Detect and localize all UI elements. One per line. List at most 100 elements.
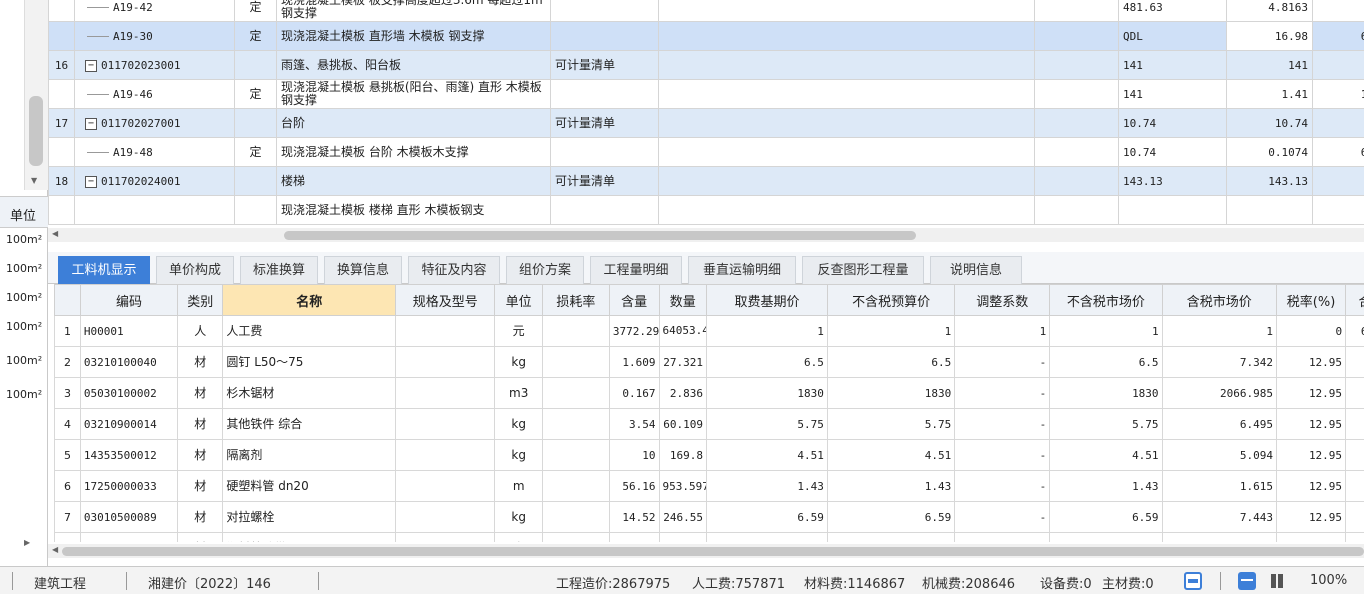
budget-price[interactable]: 1 <box>826 315 956 347</box>
collapse-icon[interactable]: − <box>85 59 97 72</box>
base-price[interactable]: 4.51 <box>706 439 828 471</box>
resource-content[interactable]: 3772.29 <box>608 315 660 347</box>
resource-category[interactable]: 人 <box>177 315 224 347</box>
quantity[interactable] <box>1226 195 1313 225</box>
base-price[interactable]: 1.43 <box>706 470 828 502</box>
tax-rate[interactable]: 12.95 <box>1275 470 1347 502</box>
resource-spec[interactable] <box>395 532 496 542</box>
quantity-expression[interactable]: 141 <box>1118 79 1227 109</box>
quantity-expression[interactable]: 143.13 <box>1118 166 1227 196</box>
base-price[interactable]: 1 <box>706 315 828 347</box>
tab-7[interactable]: 垂直运输明细 <box>688 256 796 284</box>
budget-price[interactable]: 6.59 <box>826 501 956 533</box>
budget-price[interactable]: 2.75 <box>826 532 956 542</box>
quantity-expression[interactable]: 481.63 <box>1118 0 1227 22</box>
total-price[interactable]: 345 <box>1345 408 1364 440</box>
resource-content[interactable]: 0.167 <box>608 377 660 409</box>
item-code-cell[interactable]: −011702023001 <box>74 50 235 80</box>
base-price[interactable]: 1830 <box>706 377 828 409</box>
tab-0[interactable]: 工料机显示 <box>58 256 150 284</box>
quantity[interactable]: 141 <box>1226 50 1313 80</box>
budget-price[interactable]: 1.43 <box>826 470 956 502</box>
loss-rate[interactable] <box>541 501 610 533</box>
resource-quantity[interactable]: 169.8 <box>658 439 707 471</box>
item-name[interactable]: 现浇混凝土模板 直形墙 木模板 钢支撑 <box>276 21 551 51</box>
item-name[interactable]: 雨篷、悬挑板、阳台板 <box>276 50 551 80</box>
resource-unit[interactable]: 卷 <box>494 532 543 542</box>
resource-category[interactable]: 材 <box>177 346 224 378</box>
scroll-down-arrow-icon[interactable]: ▼ <box>31 176 37 185</box>
item-name[interactable]: 现浇混凝土模板 悬挑板(阳台、雨篷) 直形 木模板钢支撑 <box>276 79 551 109</box>
resource-quantity[interactable]: 27.321 <box>658 346 707 378</box>
quantity[interactable]: 1.41 <box>1226 79 1313 109</box>
vertical-split-icon[interactable] <box>1268 572 1286 590</box>
column-header[interactable]: 不含税预算价 <box>826 284 956 316</box>
market-price[interactable]: 4.51 <box>1049 439 1163 471</box>
budget-price[interactable]: 1830 <box>826 377 956 409</box>
quantity[interactable]: 143.13 <box>1226 166 1313 196</box>
base-price[interactable]: 5.75 <box>706 408 828 440</box>
quantity-expression[interactable]: 141 <box>1118 50 1227 80</box>
item-feature[interactable] <box>658 79 1035 109</box>
column-header[interactable]: 调整系数 <box>954 284 1051 316</box>
resource-quantity[interactable]: 60.109 <box>658 408 707 440</box>
top-horizontal-scrollbar[interactable]: ◀ <box>48 228 1364 242</box>
base-price[interactable]: 6.5 <box>706 346 828 378</box>
loss-rate[interactable] <box>541 532 610 542</box>
item-name[interactable]: 现浇混凝土模板 台阶 木模板木支撑 <box>276 137 551 167</box>
item-feature[interactable] <box>658 166 1035 196</box>
bill-row[interactable]: 现浇混凝土模板 楼梯 直形 木模板钢支 <box>48 195 1364 225</box>
market-price[interactable]: 2.75 <box>1049 532 1163 542</box>
resource-code[interactable]: 03210900014 <box>79 408 179 440</box>
market-price[interactable]: 6.59 <box>1049 501 1163 533</box>
resource-code[interactable]: 17250000033 <box>79 470 179 502</box>
bill-row[interactable]: 16−011702023001雨篷、悬挑板、阳台板可计量清单1411411 <box>48 50 1364 80</box>
bill-row[interactable]: A19-46 定现浇混凝土模板 悬挑板(阳台、雨篷) 直形 木模板钢支撑 141 1.… <box>48 79 1364 109</box>
tab-8[interactable]: 反查图形工程量 <box>802 256 924 284</box>
tax-rate[interactable]: 12.95 <box>1275 377 1347 409</box>
resource-category[interactable]: 材 <box>177 501 224 533</box>
resource-code[interactable]: 14353500012 <box>79 439 179 471</box>
item-name[interactable]: 楼梯 <box>276 166 551 196</box>
base-price[interactable]: 2.75 <box>706 532 828 542</box>
total-price[interactable]: 17 <box>1345 346 1364 378</box>
item-code-cell[interactable]: A19-30 <box>74 21 235 51</box>
column-header[interactable]: 损耗率 <box>541 284 610 316</box>
column-header[interactable]: 单位 <box>494 284 543 316</box>
item-feature[interactable] <box>658 195 1035 225</box>
item-code-cell[interactable]: −011702024001 <box>74 166 235 196</box>
resource-spec[interactable] <box>395 346 496 378</box>
column-header[interactable]: 取费基期价 <box>706 284 828 316</box>
total-price[interactable]: 7 <box>1345 439 1364 471</box>
resource-name[interactable]: 其他铁件 综合 <box>222 408 397 440</box>
base-price[interactable]: 6.59 <box>706 501 828 533</box>
column-header[interactable]: 类别 <box>177 284 224 316</box>
tab-5[interactable]: 组价方案 <box>506 256 584 284</box>
collapse-icon[interactable]: − <box>85 117 97 130</box>
resource-unit[interactable]: kg <box>494 408 543 440</box>
resource-code[interactable]: 03010500089 <box>79 501 179 533</box>
item-name[interactable]: 台阶 <box>276 108 551 138</box>
tax-rate[interactable]: 12.95 <box>1275 501 1347 533</box>
adjust-factor[interactable]: - <box>954 501 1051 533</box>
resource-unit[interactable]: kg <box>494 501 543 533</box>
resource-spec[interactable] <box>395 470 496 502</box>
resource-quantity[interactable]: 67.92 <box>658 532 707 542</box>
market-price[interactable]: 1 <box>1049 315 1163 347</box>
resource-content[interactable]: 3.54 <box>608 408 660 440</box>
loss-rate[interactable] <box>541 377 610 409</box>
resource-category[interactable]: 材 <box>177 532 224 542</box>
resource-content[interactable]: 56.16 <box>608 470 660 502</box>
tab-2[interactable]: 标准换算 <box>240 256 318 284</box>
bottom-horizontal-scrollbar[interactable]: ◀ <box>48 544 1364 558</box>
column-header[interactable]: 合价 <box>1345 284 1364 316</box>
resource-quantity[interactable]: 953.597 <box>658 470 707 502</box>
quantity-expression[interactable]: QDL <box>1118 21 1227 51</box>
tax-rate[interactable]: 12.95 <box>1275 532 1347 542</box>
quantity-expression[interactable]: 10.74 <box>1118 108 1227 138</box>
resource-name[interactable]: 人工费 <box>222 315 397 347</box>
resource-spec[interactable] <box>395 377 496 409</box>
tax-market-price[interactable]: 2066.985 <box>1161 377 1277 409</box>
resource-unit[interactable]: kg <box>494 346 543 378</box>
grid-row[interactable]: 3 05030100002 材杉木锯材 m3 0.167 2.836 1830 1830-18… <box>54 377 1364 409</box>
